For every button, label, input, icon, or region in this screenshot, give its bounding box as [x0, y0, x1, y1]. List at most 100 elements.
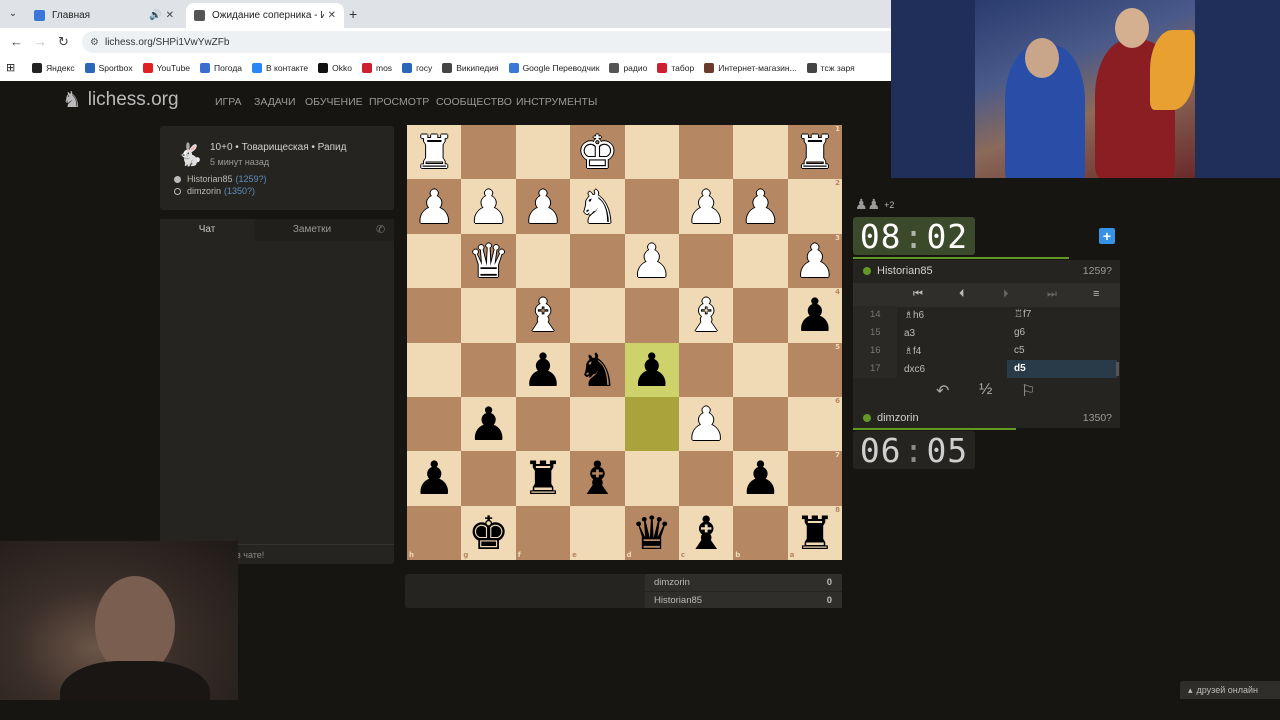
bookmark-item[interactable]: тсж заря [806, 62, 855, 73]
board-square[interactable]: 6 [787, 396, 842, 452]
lichess-logo[interactable]: ♞ lichess.org [62, 87, 179, 113]
bookmark-item[interactable]: В контакте [252, 62, 308, 73]
black-bishop-icon[interactable]: ♝ [685, 510, 726, 556]
black-king-icon[interactable]: ♚ [468, 510, 509, 556]
white-pawn-icon[interactable]: ♟ [468, 184, 509, 230]
black-pawn-icon[interactable]: ♟ [522, 347, 563, 393]
board-square[interactable]: 7 [787, 451, 842, 506]
black-pawn-icon[interactable]: ♟ [631, 347, 672, 393]
board-square[interactable] [733, 396, 788, 452]
board-square[interactable]: ♝ c [678, 505, 734, 560]
board-square[interactable] [678, 342, 734, 397]
board-square[interactable] [461, 125, 516, 180]
move-white[interactable]: ♗f4 [897, 346, 1007, 357]
board-square[interactable]: ♚ g [461, 505, 516, 560]
board-square[interactable]: ♛ [461, 233, 516, 289]
black-bishop-icon[interactable]: ♝ [577, 455, 618, 501]
move-black[interactable]: ♖f7 [1007, 306, 1117, 324]
bookmark-item[interactable]: Википедия [442, 62, 499, 73]
board-square[interactable]: ♝ [515, 288, 571, 343]
board-square[interactable] [570, 288, 625, 343]
bookmark-item[interactable]: Яндекс [32, 62, 75, 73]
bookmark-item[interactable]: госу [402, 62, 432, 73]
board-square[interactable] [733, 342, 788, 397]
apps-grid-icon[interactable]: ⊞ [6, 61, 18, 74]
takeback-icon[interactable]: ↶ [936, 381, 949, 401]
tab-search-icon[interactable]: ⌄ [6, 7, 20, 21]
close-icon[interactable]: ✕ [166, 10, 174, 21]
move-white[interactable]: a3 [897, 328, 1007, 339]
board-square[interactable]: ♟ 3 [787, 233, 842, 289]
nav-puzzles[interactable]: ЗАДАЧИ [254, 96, 296, 108]
score-player[interactable]: Historian85 [654, 595, 702, 606]
board-square[interactable]: ♟ [515, 179, 571, 234]
board-square[interactable]: ♞ [570, 342, 625, 397]
bookmark-item[interactable]: Погода [200, 62, 242, 73]
white-queen-icon[interactable]: ♛ [468, 238, 509, 284]
tab-lichess[interactable]: Ожидание соперника - Игра I ✕ [186, 3, 344, 28]
bookmark-item[interactable]: YouTube [142, 62, 190, 73]
white-pawn-icon[interactable]: ♟ [685, 401, 726, 447]
move-black[interactable]: d5 [1007, 360, 1117, 378]
forward-icon[interactable]: → [34, 34, 47, 49]
board-square[interactable]: ♜ [407, 125, 462, 180]
board-square[interactable]: ♛ d [624, 505, 679, 560]
board-square[interactable] [407, 288, 462, 343]
board-square[interactable]: ♝ [678, 288, 734, 343]
board-square[interactable] [407, 233, 462, 289]
white-rook-icon[interactable]: ♜ [414, 129, 455, 175]
board-square[interactable] [461, 342, 516, 397]
player-row-bottom[interactable]: dimzorin 1350? [853, 408, 1120, 428]
board-square[interactable]: ♝ [570, 451, 625, 506]
move-white[interactable]: ♗h6 [897, 310, 1007, 321]
white-rook-icon[interactable]: ♜ [794, 129, 835, 175]
board-square[interactable] [515, 396, 571, 452]
white-king-icon[interactable]: ♚ [577, 129, 618, 175]
nav-play[interactable]: ИГРА [215, 96, 242, 108]
board-square[interactable]: ♟ [678, 179, 734, 234]
player-black[interactable]: dimzorin (1350?) [174, 186, 255, 196]
black-queen-icon[interactable]: ♛ [631, 510, 672, 556]
black-rook-icon[interactable]: ♜ [794, 510, 835, 556]
board-square[interactable] [570, 396, 625, 452]
board-square[interactable] [407, 342, 462, 397]
board-square[interactable]: 5 [787, 342, 842, 397]
board-square[interactable] [570, 233, 625, 289]
board-square[interactable]: ♟ [407, 451, 462, 506]
white-knight-icon[interactable]: ♞ [577, 184, 618, 230]
new-tab-icon[interactable]: + [349, 6, 357, 22]
phone-icon[interactable]: ✆ [376, 223, 385, 236]
white-bishop-icon[interactable]: ♝ [522, 292, 563, 338]
move-white[interactable]: dxc6 [897, 364, 1007, 375]
close-icon[interactable]: ✕ [328, 10, 336, 21]
bookmark-item[interactable]: Sportbox [84, 62, 133, 73]
board-square[interactable] [515, 125, 571, 180]
add-time-button[interactable]: + [1099, 228, 1115, 244]
board-square[interactable]: b [733, 505, 788, 560]
resign-flag-icon[interactable]: ⚐ [1021, 381, 1035, 401]
board-square[interactable]: ♟ [733, 451, 788, 506]
tab-notes[interactable]: Заметки [254, 219, 370, 241]
board-square[interactable]: ♟ [461, 396, 516, 452]
black-pawn-icon[interactable]: ♟ [414, 455, 455, 501]
board-square[interactable]: ♞ [570, 179, 625, 234]
board-square[interactable]: ♜ [515, 451, 571, 506]
chess-board[interactable]: ♜ ♚ ♜ 1 ♟ ♟ ♟ ♞ ♟ ♟ 2 ♛ ♟ ♟ 3 ♝ ♝ ♟ 4 ♟ ♞ ♟ 5 ♟ ♟ 6 ♟ ♜ ♝ ♟ 7 h ♚ g f e ♛ d ♝ c… [407, 125, 842, 560]
board-square[interactable] [624, 396, 679, 452]
board-square[interactable]: f [515, 505, 571, 560]
board-square[interactable] [515, 233, 571, 289]
board-square[interactable]: ♟ [624, 342, 679, 397]
board-square[interactable]: ♜ 8 a [787, 505, 842, 560]
board-square[interactable] [733, 233, 788, 289]
menu-icon[interactable]: ≡ [1093, 288, 1099, 300]
board-square[interactable] [461, 451, 516, 506]
bookmark-item[interactable]: Интернет-магазин... [704, 62, 797, 73]
black-rook-icon[interactable]: ♜ [522, 455, 563, 501]
black-pawn-icon[interactable]: ♟ [740, 455, 781, 501]
board-square[interactable]: ♟ [515, 342, 571, 397]
white-bishop-icon[interactable]: ♝ [685, 292, 726, 338]
nav-watch[interactable]: ПРОСМОТР [369, 96, 429, 108]
tab-chat[interactable]: Чат [160, 219, 254, 241]
board-square[interactable]: ♟ [733, 179, 788, 234]
score-player[interactable]: dimzorin [654, 577, 690, 588]
